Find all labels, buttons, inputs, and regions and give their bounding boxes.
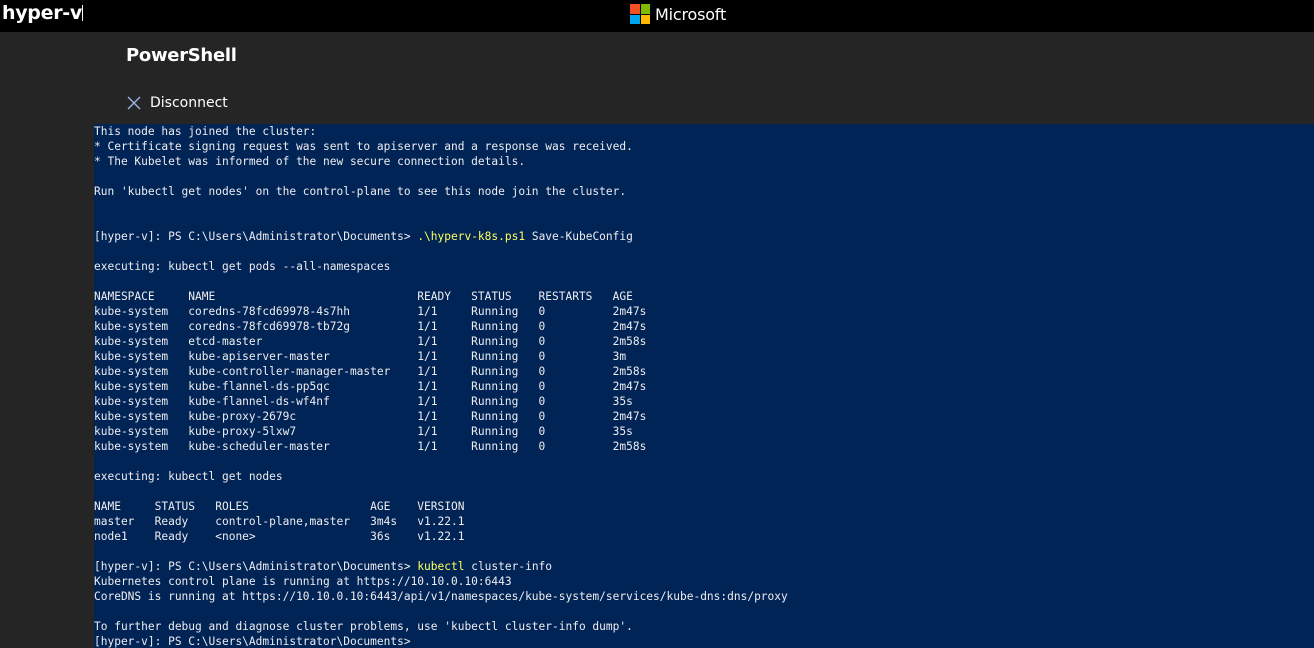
console-line-text: executing: kubectl get pods --all-namesp… xyxy=(94,260,391,273)
console-line: To further debug and diagnose cluster pr… xyxy=(94,619,1314,634)
logo-square-green xyxy=(640,4,650,14)
console-line: * The Kubelet was informed of the new se… xyxy=(94,154,1314,169)
console-line: kube-system kube-scheduler-master 1/1 Ru… xyxy=(94,439,1314,454)
command-args: Save-KubeConfig xyxy=(525,230,633,243)
console-line: This node has joined the cluster: xyxy=(94,124,1314,139)
console-line: kube-system etcd-master 1/1 Running 0 2m… xyxy=(94,334,1314,349)
disconnect-button[interactable]: Disconnect xyxy=(127,95,228,111)
console-line: kube-system kube-proxy-2679c 1/1 Running… xyxy=(94,409,1314,424)
console-line: kube-system coredns-78fcd69978-4s7hh 1/1… xyxy=(94,304,1314,319)
console-line-text: kube-system kube-flannel-ds-pp5qc 1/1 Ru… xyxy=(94,380,647,393)
console-line: NAME STATUS ROLES AGE VERSION xyxy=(94,499,1314,514)
console-line: kube-system kube-proxy-5lxw7 1/1 Running… xyxy=(94,424,1314,439)
console-line-text: NAME STATUS ROLES AGE VERSION xyxy=(94,500,465,513)
top-bar: hyper-v Microsoft xyxy=(0,0,1314,32)
console-line-text: kube-system etcd-master 1/1 Running 0 2m… xyxy=(94,335,647,348)
terminal-console[interactable]: This node has joined the cluster: * Certi… xyxy=(94,124,1314,648)
console-line: [hyper-v]: PS C:\Users\Administrator\Doc… xyxy=(94,229,1314,244)
disconnect-label: Disconnect xyxy=(150,95,228,111)
console-line-text: kube-system kube-proxy-5lxw7 1/1 Running… xyxy=(94,425,633,438)
console-line-text: kube-system kube-flannel-ds-wf4nf 1/1 Ru… xyxy=(94,395,633,408)
console-line: executing: kubectl get nodes xyxy=(94,469,1314,484)
console-line-text: NAMESPACE NAME READY STATUS RESTARTS AGE xyxy=(94,290,633,303)
logo-square-yellow xyxy=(640,14,650,24)
console-line-text: kube-system coredns-78fcd69978-tb72g 1/1… xyxy=(94,320,647,333)
console-output: This node has joined the cluster: * Certi… xyxy=(94,124,1314,648)
logo-square-blue xyxy=(630,14,640,24)
console-line: CoreDNS is running at https://10.10.0.10… xyxy=(94,589,1314,604)
console-line: master Ready control-plane,master 3m4s v… xyxy=(94,514,1314,529)
command-name: .\hyperv-k8s.ps1 xyxy=(417,230,526,243)
console-line-text: To further debug and diagnose cluster pr… xyxy=(94,620,633,633)
microsoft-logo-icon xyxy=(630,4,650,24)
console-line-text: kube-system kube-controller-manager-mast… xyxy=(94,365,647,378)
console-line-text: kube-system kube-apiserver-master 1/1 Ru… xyxy=(94,350,627,363)
console-line: [hyper-v]: PS C:\Users\Administrator\Doc… xyxy=(94,559,1314,574)
console-line: kube-system kube-apiserver-master 1/1 Ru… xyxy=(94,349,1314,364)
console-line-text: kube-system kube-scheduler-master 1/1 Ru… xyxy=(94,440,647,453)
console-line-text: CoreDNS is running at https://10.10.0.10… xyxy=(94,590,788,603)
app-divider xyxy=(82,5,83,21)
console-line-text: kube-system kube-proxy-2679c 1/1 Running… xyxy=(94,410,647,423)
console-line-text: [hyper-v]: PS C:\Users\Administrator\Doc… xyxy=(94,230,418,243)
command-name: kubectl xyxy=(417,560,465,573)
console-line: NAMESPACE NAME READY STATUS RESTARTS AGE xyxy=(94,289,1314,304)
console-line-text: [hyper-v]: PS C:\Users\Administrator\Doc… xyxy=(94,635,411,648)
app-name[interactable]: hyper-v xyxy=(2,2,82,24)
console-line: kube-system coredns-78fcd69978-tb72g 1/1… xyxy=(94,319,1314,334)
console-line-text: Kubernetes control plane is running at h… xyxy=(94,575,512,588)
console-line: Kubernetes control plane is running at h… xyxy=(94,574,1314,589)
microsoft-brand: Microsoft xyxy=(630,3,726,25)
page-title: PowerShell xyxy=(126,45,237,66)
close-icon xyxy=(127,96,141,110)
console-line-text: Run 'kubectl get nodes' on the control-p… xyxy=(94,185,627,198)
console-line: Run 'kubectl get nodes' on the control-p… xyxy=(94,184,1314,199)
console-line-text: This node has joined the cluster: xyxy=(94,125,317,138)
console-line-text: * Certificate signing request was sent t… xyxy=(94,140,633,153)
console-line-text: kube-system coredns-78fcd69978-4s7hh 1/1… xyxy=(94,305,647,318)
console-line-text: [hyper-v]: PS C:\Users\Administrator\Doc… xyxy=(94,560,418,573)
brand-name: Microsoft xyxy=(655,4,727,24)
console-line-text: master Ready control-plane,master 3m4s v… xyxy=(94,515,465,528)
command-args: cluster-info xyxy=(464,560,553,573)
console-line: executing: kubectl get pods --all-namesp… xyxy=(94,259,1314,274)
console-line: kube-system kube-flannel-ds-wf4nf 1/1 Ru… xyxy=(94,394,1314,409)
logo-square-red xyxy=(630,4,640,14)
console-line: kube-system kube-flannel-ds-pp5qc 1/1 Ru… xyxy=(94,379,1314,394)
console-line: node1 Ready <none> 36s v1.22.1 xyxy=(94,529,1314,544)
console-line-text: executing: kubectl get nodes xyxy=(94,470,283,483)
console-line: * Certificate signing request was sent t… xyxy=(94,139,1314,154)
console-line: kube-system kube-controller-manager-mast… xyxy=(94,364,1314,379)
console-line: [hyper-v]: PS C:\Users\Administrator\Doc… xyxy=(94,634,1314,648)
console-line-text: node1 Ready <none> 36s v1.22.1 xyxy=(94,530,465,543)
console-line-text: * The Kubelet was informed of the new se… xyxy=(94,155,526,168)
